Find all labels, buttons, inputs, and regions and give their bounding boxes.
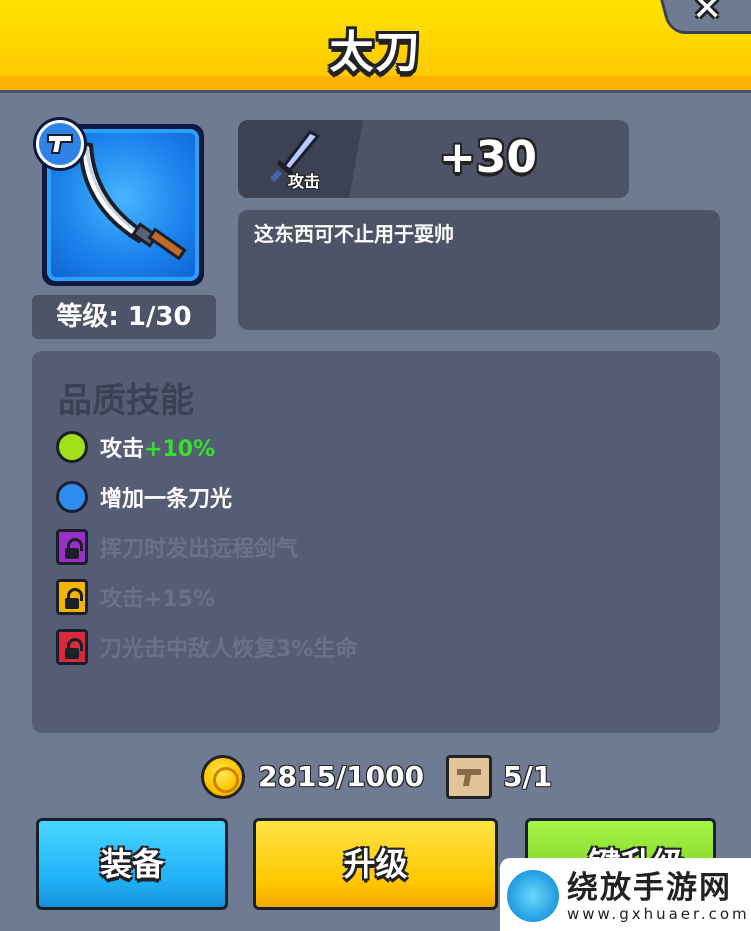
pistol-icon [457, 769, 481, 786]
title-bar: 太刀 [0, 0, 751, 93]
pistol-icon [47, 134, 73, 154]
description-box: 这东西可不止用于耍帅 [238, 210, 720, 330]
quality-skills-panel: 品质技能 攻击+10% 增加一条刀光 挥刀时发出远程剑气 攻击+15% 刀光击中… [32, 351, 720, 733]
skill-row: 增加一条刀光 [56, 479, 232, 515]
skill-text: 挥刀时发出远程剑气 [100, 537, 299, 562]
level-label: 等级: 1/30 [32, 295, 216, 339]
watermark-title: 绕放手游网 [567, 870, 732, 906]
skill-row: 挥刀时发出远程剑气 [56, 529, 298, 565]
attack-stat-box: 攻击 +30 [238, 120, 629, 198]
skill-text: 攻击+15% [100, 587, 216, 612]
page-title: 太刀 [329, 27, 422, 78]
lock-icon [56, 629, 88, 665]
skill-text: 增加一条刀光 [100, 487, 233, 512]
skill-row: 攻击+10% [56, 429, 215, 465]
attack-label: 攻击 [288, 172, 321, 191]
watermark-logo-icon [507, 870, 559, 922]
watermark-url: www.gxhuaer.com [567, 905, 750, 923]
blueprint-scroll-icon [446, 755, 492, 799]
equip-button[interactable]: 装备 [36, 818, 228, 910]
skill-text: 攻击+10% [100, 437, 216, 462]
lock-icon [56, 579, 88, 615]
gold-coin-icon [201, 755, 245, 799]
lock-icon [56, 529, 88, 565]
upgrade-button[interactable]: 升级 [253, 818, 498, 910]
description-text: 这东西可不止用于耍帅 [254, 222, 454, 246]
skill-unlocked-dot-icon [56, 481, 88, 513]
attack-value: +30 [438, 132, 538, 183]
coin-count: 2815/1000 [258, 760, 425, 793]
skill-text: 刀光击中敌人恢复3%生命 [100, 637, 358, 662]
scroll-count: 5/1 [503, 760, 553, 793]
weapon-type-badge [36, 120, 84, 168]
skill-unlocked-dot-icon [56, 431, 88, 463]
close-icon[interactable]: ✕ [692, 0, 722, 29]
skill-row: 攻击+15% [56, 579, 215, 615]
skill-row: 刀光击中敌人恢复3%生命 [56, 629, 357, 665]
skills-title: 品质技能 [58, 381, 194, 421]
skill-bonus: +10% [144, 437, 216, 462]
